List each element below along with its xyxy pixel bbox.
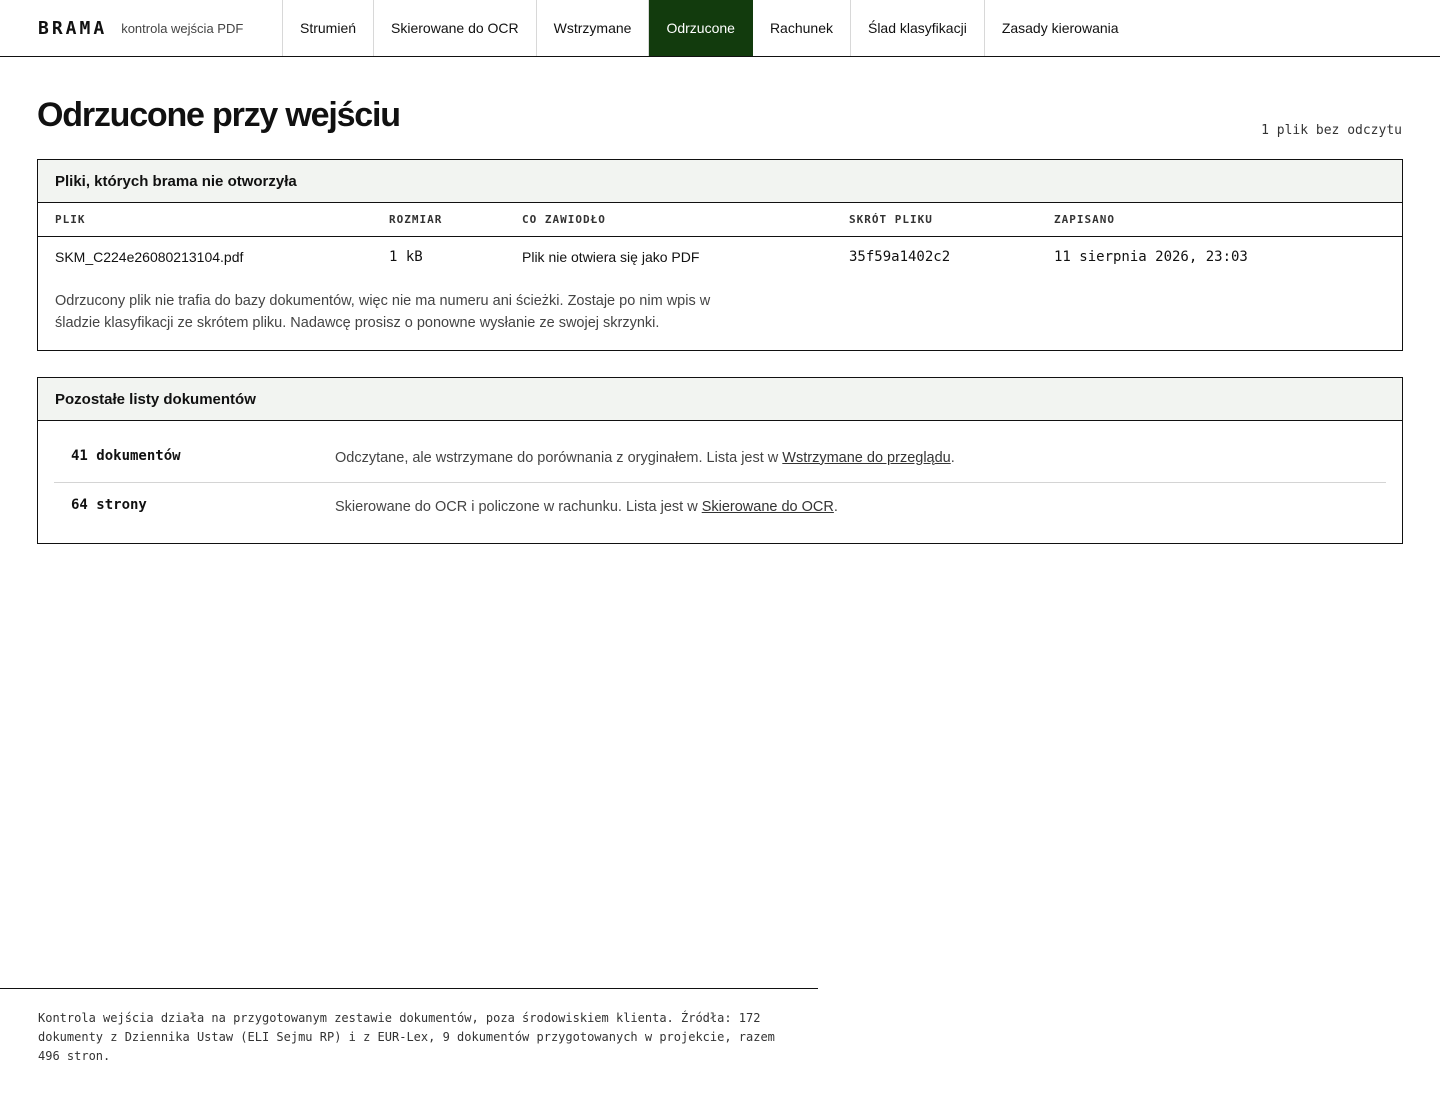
footer: Kontrola wejścia działa na przygotowanym… — [0, 988, 818, 1066]
link-skierowane-do-ocr[interactable]: Skierowane do OCR — [702, 499, 834, 515]
nav-item-odrzucone[interactable]: Odrzucone — [649, 0, 753, 56]
page-title: Odrzucone przy wejściu — [37, 96, 401, 134]
table-header-row: PLIK ROZMIAR CO ZAWIODŁO SKRÓT PLIKU ZAP… — [38, 203, 1402, 237]
list-item: 64 strony Skierowane do OCR i policzone … — [54, 482, 1386, 531]
failure-reason: Plik nie otwiera się jako PDF — [522, 249, 700, 266]
rejected-note-text: Odrzucony plik nie trafia do bazy dokume… — [55, 293, 711, 331]
file-name: SKM_C224e26080213104.pdf — [55, 249, 244, 266]
list-item-text: Odczytane, ale wstrzymane do porównania … — [335, 449, 783, 466]
column-header-hash: SKRÓT PLIKU — [849, 203, 1054, 237]
rejected-count: 1 plik bez odczytu — [1261, 123, 1402, 138]
table-row: SKM_C224e26080213104.pdf 1 kB Plik nie o… — [38, 236, 1402, 278]
panel-heading: Pozostałe listy dokumentów — [38, 378, 1402, 421]
link-wstrzymane-do-przegladu[interactable]: Wstrzymane do przeglądu — [782, 450, 950, 466]
list-item-description: Skierowane do OCR i policzone w rachunku… — [335, 499, 838, 515]
other-lists: 41 dokumentów Odczytane, ale wstrzymane … — [38, 421, 1402, 543]
column-header-failure: CO ZAWIODŁO — [522, 203, 849, 237]
top-bar: BRAMA kontrola wejścia PDF Strumień Skie… — [0, 0, 1440, 57]
nav-item-strumien[interactable]: Strumień — [283, 0, 375, 56]
rejected-files-panel: Pliki, których brama nie otworzyła PLIK … — [37, 159, 1403, 351]
page-header: Odrzucone przy wejściu 1 plik bez odczyt… — [0, 57, 1440, 159]
saved-timestamp: 11 sierpnia 2026, 23:03 — [1054, 249, 1248, 266]
nav-item-wstrzymane[interactable]: Wstrzymane — [537, 0, 650, 56]
list-item-count: 41 dokumentów — [71, 447, 181, 464]
list-item: 41 dokumentów Odczytane, ale wstrzymane … — [54, 433, 1386, 482]
footer-text: Kontrola wejścia działa na przygotowanym… — [38, 1011, 775, 1063]
list-item-text: Skierowane do OCR i policzone w rachunku… — [335, 499, 702, 515]
rejected-files-table: PLIK ROZMIAR CO ZAWIODŁO SKRÓT PLIKU ZAP… — [38, 203, 1402, 278]
list-item-suffix: . — [950, 449, 955, 466]
nav-item-rachunek[interactable]: Rachunek — [753, 0, 851, 56]
column-header-size: ROZMIAR — [389, 203, 522, 237]
list-item-suffix: . — [833, 499, 838, 515]
file-size: 1 kB — [389, 249, 423, 266]
brand-name: BRAMA — [38, 17, 108, 39]
brand[interactable]: BRAMA kontrola wejścia PDF — [0, 0, 283, 56]
rejected-note: Odrzucony plik nie trafia do bazy dokume… — [38, 278, 1402, 350]
file-hash: 35f59a1402c2 — [849, 249, 951, 266]
nav-item-zasady-kierowania[interactable]: Zasady kierowania — [985, 0, 1136, 56]
list-item-count: 64 strony — [71, 497, 147, 513]
other-lists-panel: Pozostałe listy dokumentów 41 dokumentów… — [37, 377, 1403, 544]
brand-subtitle: kontrola wejścia PDF — [121, 20, 244, 36]
panel-heading: Pliki, których brama nie otworzyła — [38, 160, 1402, 203]
main-nav: Strumień Skierowane do OCR Wstrzymane Od… — [283, 0, 1136, 56]
nav-item-ocr[interactable]: Skierowane do OCR — [374, 0, 537, 56]
nav-item-slad-klasyfikacji[interactable]: Ślad klasyfikacji — [851, 0, 985, 56]
list-item-description: Odczytane, ale wstrzymane do porównania … — [335, 450, 955, 466]
column-header-saved: ZAPISANO — [1054, 203, 1402, 237]
column-header-file: PLIK — [38, 203, 389, 237]
